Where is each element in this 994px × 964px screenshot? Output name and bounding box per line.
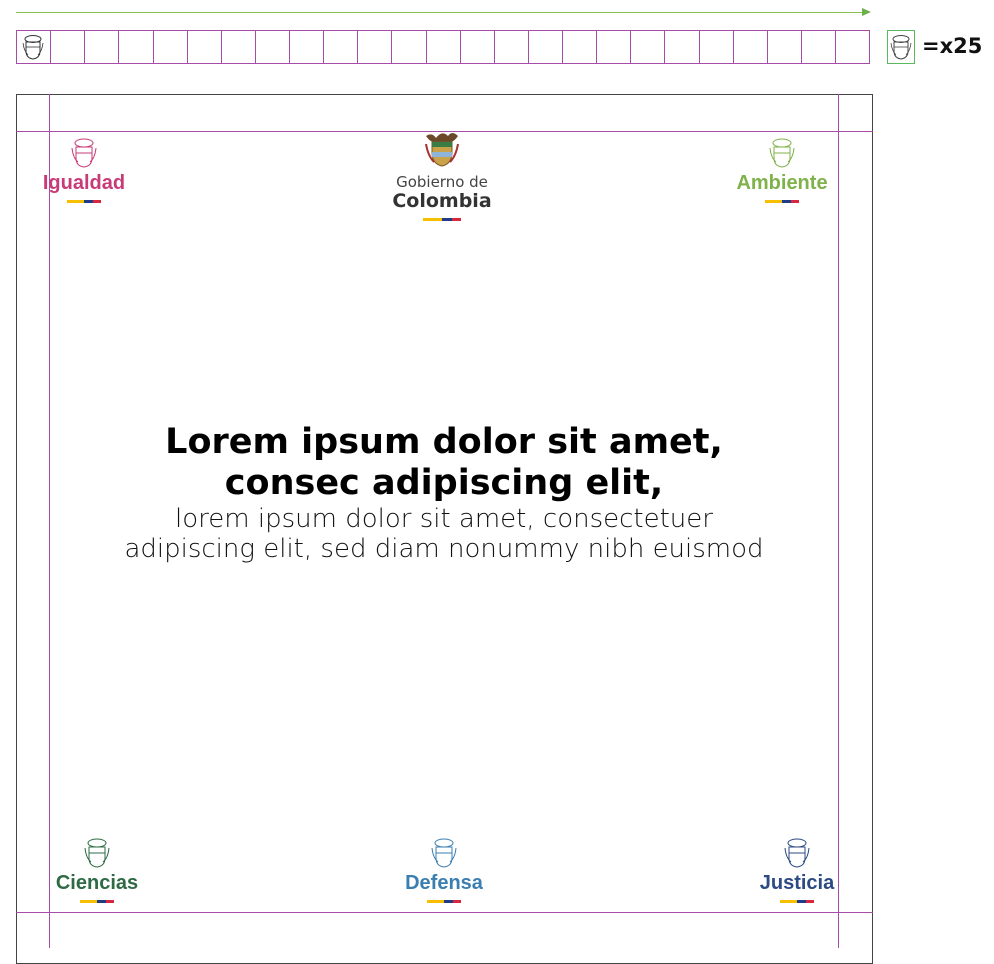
grid-unit-cell	[631, 31, 666, 63]
sector-name: Igualdad	[42, 172, 126, 194]
coat-of-arms-icon	[769, 138, 795, 168]
sector-logo-igualdad: Igualdad	[14, 136, 154, 203]
grid-unit-cell	[392, 31, 427, 63]
grid-unit-cell	[85, 31, 120, 63]
headline-title-line2: consec adipiscing elit,	[224, 463, 664, 503]
coat-of-arms-icon	[22, 35, 44, 60]
grid-unit-cell	[768, 31, 802, 63]
sector-name: Defensa	[405, 872, 483, 894]
grid-unit-cell	[836, 31, 869, 63]
measure-arrow-head	[862, 8, 871, 16]
headline-subtitle-line1: lorem ipsum dolor sit amet, consectetuer	[175, 504, 713, 534]
guide-bottom	[16, 912, 873, 913]
flag-bar	[423, 218, 461, 221]
measure-arrow-line	[16, 12, 864, 13]
grid-unit-cell	[700, 31, 734, 63]
headline-title-line1: Lorem ipsum dolor sit amet,	[165, 422, 723, 462]
grid-unit-cell	[290, 31, 325, 63]
grid-unit-cell	[154, 31, 188, 63]
headline-subtitle-line2: adipiscing elit, sed diam nonummy nibh e…	[124, 534, 764, 564]
sector-logo-ciencias: Ciencias	[27, 836, 167, 903]
grid-unit-cell	[119, 31, 154, 63]
sector-name: Ambiente	[736, 172, 828, 194]
flag-bar	[765, 200, 799, 203]
coat-of-arms-icon	[431, 838, 457, 868]
grid-unit-cell	[17, 31, 52, 63]
coat-of-arms-icon	[890, 35, 912, 60]
grid-unit-cell	[563, 31, 598, 63]
unit-count-label: =x25	[922, 34, 983, 58]
sector-name: Ciencias	[55, 872, 139, 894]
unit-grid-strip	[16, 30, 870, 64]
flag-bar	[780, 900, 814, 903]
sector-name: Justicia	[759, 872, 835, 894]
gov-line1: Gobierno de	[396, 173, 488, 191]
grid-unit-cell	[222, 31, 256, 63]
grid-unit-cell	[529, 31, 563, 63]
coat-of-arms-icon	[784, 838, 810, 868]
grid-unit-cell	[358, 31, 393, 63]
flag-bar	[80, 900, 114, 903]
grid-unit-cell	[597, 31, 632, 63]
headline-block: Lorem ipsum dolor sit amet, consec adipi…	[50, 422, 838, 564]
sector-logo-justicia: Justicia	[727, 836, 867, 903]
grid-unit-cell	[256, 31, 290, 63]
grid-unit-cell	[324, 31, 359, 63]
coat-of-arms-icon	[425, 133, 459, 167]
gobierno-logo: Gobierno de Colombia	[362, 130, 522, 221]
grid-unit-cell	[734, 31, 768, 63]
unit-seal-box	[887, 30, 915, 64]
flag-bar	[67, 200, 101, 203]
sector-logo-defensa: Defensa	[374, 836, 514, 903]
grid-unit-cell	[51, 31, 86, 63]
coat-of-arms-icon	[84, 838, 110, 868]
grid-unit-cell	[495, 31, 529, 63]
grid-unit-cell	[461, 31, 495, 63]
sector-logo-ambiente: Ambiente	[712, 136, 852, 203]
gov-line2: Colombia	[392, 190, 492, 212]
grid-unit-cell	[802, 31, 836, 63]
grid-unit-cell	[665, 31, 700, 63]
flag-bar	[427, 900, 461, 903]
coat-of-arms-icon	[71, 138, 97, 168]
guide-right	[838, 94, 839, 948]
grid-unit-cell	[188, 31, 222, 63]
grid-unit-cell	[427, 31, 461, 63]
